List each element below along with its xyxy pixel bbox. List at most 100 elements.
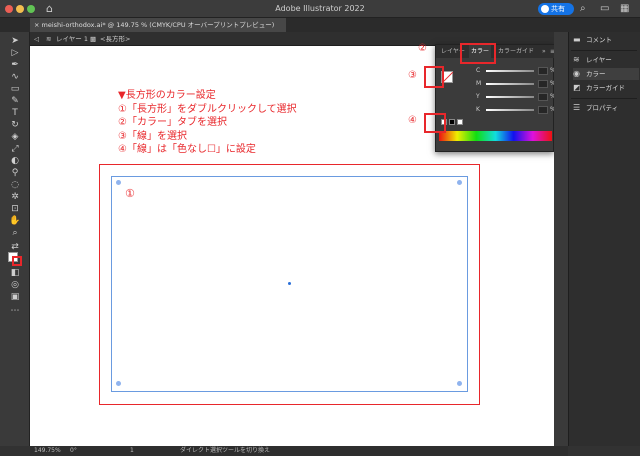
curvature-tool-icon[interactable]: ∿	[8, 72, 22, 83]
dock-properties[interactable]: ☰ プロパティ	[573, 102, 639, 114]
workspace-icon[interactable]: ▭	[600, 3, 609, 14]
anchor-point[interactable]	[457, 381, 462, 386]
selection-tool-icon[interactable]: ➤	[8, 36, 22, 47]
dock-color[interactable]: ◉ カラー	[573, 68, 639, 80]
black-row: K %	[476, 106, 556, 114]
collapse-icon[interactable]: »	[540, 45, 548, 58]
cyan-input[interactable]	[538, 67, 548, 75]
panel-dock: ▬ コメント ≋ レイヤー ◉ カラー ◩ カラーガイド ☰ プロパティ	[568, 32, 640, 446]
back-icon[interactable]: ◁	[34, 32, 39, 46]
anchor-point[interactable]	[116, 180, 121, 185]
close-tab-icon[interactable]: ×	[34, 21, 39, 29]
screen-mode-icon[interactable]: ▣	[8, 292, 22, 303]
artboard-tool-icon[interactable]: ⊡	[8, 204, 22, 215]
callout-3-number: ③	[408, 70, 417, 81]
blend-tool-icon[interactable]: ◌	[8, 180, 22, 191]
black-swatch[interactable]	[449, 119, 455, 125]
paintbrush-tool-icon[interactable]: ✎	[8, 96, 22, 107]
yellow-row: Y %	[476, 93, 556, 101]
yellow-slider[interactable]	[486, 96, 534, 98]
callout-4-number: ④	[408, 115, 417, 126]
callout-3-box	[424, 66, 444, 88]
draw-mode-icon[interactable]: ◎	[8, 280, 22, 291]
anchor-point[interactable]	[116, 381, 121, 386]
color-guide-icon: ◩	[573, 83, 581, 92]
dock-layers-label: レイヤー	[586, 56, 612, 64]
properties-icon: ☰	[573, 103, 581, 112]
rectangle-marker: ①	[125, 187, 135, 200]
instructions-heading: ▼長方形のカラー設定	[118, 90, 216, 101]
instruction-step-3: ③「線」を選択	[118, 130, 187, 142]
black-slider[interactable]	[486, 109, 534, 111]
dock-divider	[571, 98, 637, 99]
status-bar: 149.75% 0° 1 ダイレクト選択ツールを切り換え	[30, 446, 568, 456]
object-icon: ▩	[90, 35, 97, 43]
magenta-slider[interactable]	[486, 83, 534, 85]
layers-icon: ≋	[46, 35, 52, 43]
instruction-step-4: ④「線」は「色なし☐」に設定	[118, 144, 256, 155]
rotate-tool-icon[interactable]: ↻	[8, 120, 22, 131]
callout-2-number: ②	[418, 43, 427, 54]
tools-panel: ➤ ▷ ✒ ∿ ▭ ✎ T ↻ ◈ ⤢ ◐ ⚲ ◌ ✲ ⊡ ✋ ⌕ ⇄ ◧ ◎ …	[0, 32, 30, 446]
white-swatch[interactable]	[457, 119, 463, 125]
yellow-input[interactable]	[538, 93, 548, 101]
dock-comment-label: コメント	[586, 36, 612, 44]
instruction-step-2: ②「カラー」タブを選択	[118, 117, 227, 128]
dock-color-guide[interactable]: ◩ カラーガイド	[573, 82, 639, 94]
share-label: 共有	[551, 5, 565, 13]
instruction-step-1: ①「長方形」をダブルクリックして選択	[118, 103, 297, 115]
dock-properties-label: プロパティ	[586, 104, 619, 112]
rotation-value[interactable]: 0°	[70, 446, 77, 456]
fill-stroke-widget[interactable]	[8, 252, 22, 266]
color-spectrum-bar[interactable]	[439, 131, 552, 141]
instructions: ▼長方形のカラー設定 ①「長方形」をダブルクリックして選択 ②「カラー」タブを選…	[118, 89, 297, 157]
search-icon[interactable]: ⌕	[580, 3, 586, 14]
cyan-slider[interactable]	[486, 70, 534, 72]
black-input[interactable]	[538, 106, 548, 114]
dock-comment[interactable]: ▬ コメント	[573, 34, 639, 46]
breadcrumb-object[interactable]: <長方形>	[100, 32, 130, 46]
zoom-level[interactable]: 149.75%	[34, 446, 61, 456]
callout-2-box	[460, 43, 496, 64]
eyedropper-tool-icon[interactable]: ⚲	[8, 168, 22, 179]
stroke-swatch[interactable]	[12, 256, 22, 266]
dock-layers[interactable]: ≋ レイヤー	[573, 54, 639, 66]
scale-tool-icon[interactable]: ⤢	[8, 144, 22, 155]
document-tab[interactable]: × meishi-orthodox.ai* @ 149.75 % (CMYK/C…	[30, 18, 286, 32]
breadcrumb-layer[interactable]: レイヤー 1	[56, 32, 88, 46]
color-icon: ◉	[573, 69, 580, 78]
user-icon	[541, 5, 549, 13]
title-bar: ⌂ Adobe Illustrator 2022 共有 ⌕ ▭ ▦	[0, 0, 640, 18]
layers-icon: ≋	[573, 55, 580, 64]
document-tab-label: meishi-orthodox.ai* @ 149.75 % (CMYK/CPU…	[41, 21, 275, 29]
black-label: K	[476, 106, 480, 113]
cyan-label: C	[476, 67, 481, 74]
cyan-row: C %	[476, 67, 556, 75]
more-tools-icon[interactable]: ⋯	[8, 306, 22, 317]
comment-icon: ▬	[573, 35, 581, 44]
symbol-sprayer-tool-icon[interactable]: ✲	[8, 192, 22, 203]
arrange-icon[interactable]: ▦	[620, 3, 629, 14]
document-tab-bar: × meishi-orthodox.ai* @ 149.75 % (CMYK/C…	[0, 18, 640, 32]
magenta-input[interactable]	[538, 80, 548, 88]
type-tool-icon[interactable]: T	[8, 108, 22, 119]
dock-divider	[571, 50, 637, 51]
panel-gutter	[554, 32, 568, 446]
zoom-tool-icon[interactable]: ⌕	[8, 228, 22, 239]
current-tool-label: ダイレクト選択ツールを切り換え	[180, 447, 271, 454]
rectangle-tool-icon[interactable]: ▭	[8, 84, 22, 95]
color-mode-icon[interactable]: ◧	[8, 268, 22, 279]
center-point	[288, 282, 291, 285]
artboard-number[interactable]: 1	[130, 446, 134, 456]
direct-selection-tool-icon[interactable]: ▷	[8, 48, 22, 59]
callout-4-box	[424, 113, 446, 133]
yellow-label: Y	[476, 93, 480, 100]
hand-tool-icon[interactable]: ✋	[8, 216, 22, 227]
share-button[interactable]: 共有	[538, 3, 574, 15]
anchor-point[interactable]	[457, 180, 462, 185]
magenta-label: M	[476, 80, 482, 87]
pen-tool-icon[interactable]: ✒	[8, 60, 22, 71]
eraser-tool-icon[interactable]: ◈	[8, 132, 22, 143]
width-tool-icon[interactable]: ◐	[8, 156, 22, 167]
tab-color-guide[interactable]: カラーガイド	[496, 45, 536, 58]
